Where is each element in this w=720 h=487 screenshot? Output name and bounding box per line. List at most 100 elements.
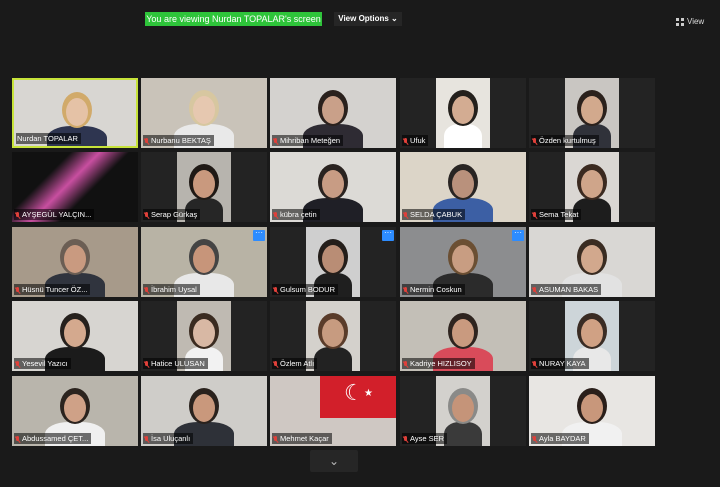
more-options-icon[interactable]: ··· <box>253 229 265 241</box>
participant-name-label: Ayla BAYDAR <box>531 433 589 444</box>
participant-tile[interactable]: Abdussamed ÇET... <box>12 376 138 446</box>
participant-name-label: Serap Gürkaş <box>143 209 201 220</box>
muted-mic-icon <box>273 435 278 442</box>
participant-name-label: kübra çetin <box>272 209 320 220</box>
participant-tile[interactable]: NURAY KAYA <box>529 301 655 371</box>
participant-name-label: Nurdan TOPALAR <box>16 133 81 144</box>
participant-tile[interactable]: kübra çetin <box>270 152 396 222</box>
muted-mic-icon <box>15 211 20 218</box>
more-options-icon[interactable]: ··· <box>382 229 394 241</box>
participant-face <box>193 319 215 347</box>
muted-mic-icon <box>144 435 149 442</box>
muted-mic-icon <box>15 286 20 293</box>
participant-name-label: Gulsum BODUR <box>272 284 339 295</box>
participant-tile[interactable]: Hatice ULUSAN <box>141 301 267 371</box>
participant-name-label: ASUMAN BAKAS <box>531 284 602 295</box>
participant-name: Abdussamed ÇET... <box>22 434 89 443</box>
participant-tile[interactable]: ··· İbrahim Uysal <box>141 227 267 297</box>
participant-face <box>581 394 603 422</box>
muted-mic-icon <box>15 360 20 367</box>
participant-name-label: Mehmet Kaçar <box>272 433 332 444</box>
participant-tile[interactable]: Ayse SER <box>400 376 526 446</box>
participant-tile[interactable]: ☾ ★ Mehmet Kaçar <box>270 376 396 446</box>
participant-name-label: İsa Uluçanlı <box>143 433 194 444</box>
participant-name-label: Mihriban Meteğen <box>272 135 344 146</box>
participant-name: AYŞEGÜL YALÇIN... <box>22 210 92 219</box>
participant-name: Nermin Coskun <box>410 285 462 294</box>
turkish-flag-icon: ☾ ★ <box>320 376 396 418</box>
participant-face <box>322 96 344 124</box>
more-options-icon[interactable]: ··· <box>512 229 524 241</box>
muted-mic-icon <box>532 360 537 367</box>
participant-name: Hatice ULUSAN <box>151 359 205 368</box>
participant-tile[interactable]: Ufuk <box>400 78 526 148</box>
participant-face <box>193 170 215 198</box>
participant-name: Hüsnü Tuncer ÖZ... <box>22 285 88 294</box>
muted-mic-icon <box>273 360 278 367</box>
participant-tile[interactable]: Nurbanu BEKTAŞ <box>141 78 267 148</box>
muted-mic-icon <box>403 360 408 367</box>
participant-name: Ayla BAYDAR <box>539 434 586 443</box>
participant-tile[interactable]: ASUMAN BAKAS <box>529 227 655 297</box>
participant-name-label: Nurbanu BEKTAŞ <box>143 135 214 146</box>
chevron-down-icon: ⌄ <box>328 454 340 468</box>
participant-face <box>193 394 215 422</box>
participant-name-label: Özlem Atlı <box>272 358 318 369</box>
participant-name-label: Nermin Coskun <box>402 284 465 295</box>
participant-body <box>314 347 352 371</box>
participant-tile[interactable]: ··· Nermin Coskun <box>400 227 526 297</box>
participant-tile[interactable]: Hüsnü Tuncer ÖZ... <box>12 227 138 297</box>
participant-face <box>193 96 215 124</box>
participant-name: Ayse SER <box>410 434 445 443</box>
participant-tile[interactable]: Kadriye HIZLISOY <box>400 301 526 371</box>
participant-name: Mihriban Meteğen <box>280 136 341 145</box>
muted-mic-icon <box>144 360 149 367</box>
participant-name-label: Hatice ULUSAN <box>143 358 208 369</box>
participant-name: Yesevil Yazıcı <box>22 359 68 368</box>
participant-face <box>581 319 603 347</box>
participant-name-label: Ufuk <box>402 135 429 146</box>
participant-face <box>452 96 474 124</box>
participant-tile[interactable]: Serap Gürkaş <box>141 152 267 222</box>
participant-face <box>64 319 86 347</box>
participant-tile[interactable]: ··· Gulsum BODUR <box>270 227 396 297</box>
participant-face <box>322 170 344 198</box>
muted-mic-icon <box>403 286 408 293</box>
participant-name-label: Hüsnü Tuncer ÖZ... <box>14 284 91 295</box>
scroll-down-button[interactable]: ⌄ <box>310 450 358 472</box>
participant-tile[interactable]: İsa Uluçanlı <box>141 376 267 446</box>
participant-name-label: SELDA ÇABUK <box>402 209 466 220</box>
participant-tile[interactable]: Yesevil Yazıcı <box>12 301 138 371</box>
participant-name-label: Abdussamed ÇET... <box>14 433 92 444</box>
muted-mic-icon <box>144 286 149 293</box>
muted-mic-icon <box>15 435 20 442</box>
muted-mic-icon <box>273 286 278 293</box>
participant-tile[interactable]: SELDA ÇABUK <box>400 152 526 222</box>
muted-mic-icon <box>273 137 278 144</box>
participant-tile[interactable]: Özlem Atlı <box>270 301 396 371</box>
participant-body <box>444 124 482 148</box>
muted-mic-icon <box>403 211 408 218</box>
participant-name-label: Ayse SER <box>402 433 448 444</box>
participant-name-label: AYŞEGÜL YALÇIN... <box>14 209 95 220</box>
participant-tile[interactable]: Ayla BAYDAR <box>529 376 655 446</box>
participant-face <box>66 98 88 126</box>
participant-name: Sema Tekat <box>539 210 579 219</box>
participant-tile[interactable]: Mihriban Meteğen <box>270 78 396 148</box>
participant-body <box>444 422 482 446</box>
participant-name: Gulsum BODUR <box>280 285 336 294</box>
participant-name: kübra çetin <box>280 210 317 219</box>
muted-mic-icon <box>144 137 149 144</box>
participant-name: Serap Gürkaş <box>151 210 198 219</box>
gallery-view: Nurdan TOPALAR Nurbanu BEKTAŞ Mihriban Met… <box>0 0 720 487</box>
muted-mic-icon <box>403 435 408 442</box>
participant-name: Kadriye HIZLISOY <box>410 359 472 368</box>
participant-name-label: Kadriye HIZLISOY <box>402 358 475 369</box>
participant-tile[interactable]: AYŞEGÜL YALÇIN... <box>12 152 138 222</box>
participant-name: Özden kurtulmuş <box>539 136 596 145</box>
participant-tile[interactable]: Sema Tekat <box>529 152 655 222</box>
participant-tile[interactable]: Özden kurtulmuş <box>529 78 655 148</box>
participant-name: Nurbanu BEKTAŞ <box>151 136 211 145</box>
participant-tile[interactable]: Nurdan TOPALAR <box>12 78 138 148</box>
participant-face <box>581 96 603 124</box>
